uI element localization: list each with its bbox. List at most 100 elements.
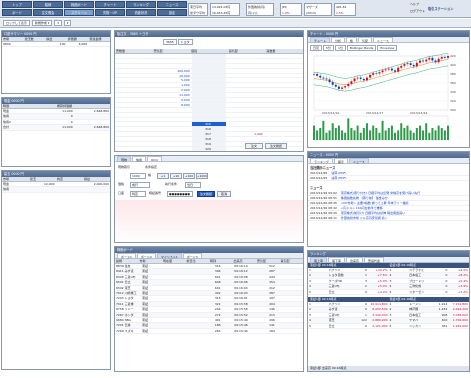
header-cell[interactable]: 売数量 — [115, 49, 153, 53]
board-order-button[interactable]: 注文 — [245, 143, 263, 149]
chart-tool-button[interactable]: Envelope — [377, 45, 398, 51]
tab-item[interactable]: ボード1 — [117, 253, 136, 259]
tab-item[interactable]: ボード2 — [136, 253, 156, 259]
header-cell[interactable]: 損益 — [45, 37, 67, 41]
help-link[interactable]: ヘルプ — [410, 2, 419, 6]
layout-dropdown-1[interactable]: ▾ — [54, 20, 62, 26]
board-confirm-button[interactable]: 注文確認 — [265, 143, 287, 149]
table-row[interactable]: 9800 100 4,000 — [2, 42, 110, 48]
header-cell[interactable]: 約定 — [56, 177, 83, 181]
tab-item[interactable]: 売買代金 — [364, 257, 385, 263]
account-select[interactable]: 特定 — [130, 191, 146, 197]
chart-tool-button[interactable]: Bollinger Bands — [346, 45, 377, 51]
header-cell[interactable]: 銘柄 — [115, 259, 139, 263]
menu-item[interactable]: 資産状況 — [126, 9, 156, 16]
cell: 2 — [364, 284, 367, 289]
chart-panel: チャート - 0000 円 チャート 分析板気配 ニュース 日足 5分 1分 Bollin… — [307, 30, 470, 148]
tab-item[interactable]: 出来高 — [346, 257, 364, 263]
menu-item[interactable]: 銘柄 — [33, 1, 63, 8]
header-cell[interactable]: 市場 — [2, 177, 29, 181]
chart-tool-button[interactable]: 日足 — [310, 45, 323, 51]
lock-layout-button[interactable]: ロックして表示 — [3, 20, 30, 26]
tab-item[interactable]: OCO — [147, 156, 162, 162]
volume-area — [313, 115, 449, 141]
quantity-input[interactable]: 1000 — [130, 173, 146, 179]
tab-item[interactable]: 現物 — [117, 156, 132, 162]
board-code-field[interactable]: 3665 — [163, 39, 177, 45]
header-cell[interactable]: 値段 — [190, 49, 228, 53]
header-cell[interactable]: 損益 — [83, 177, 110, 181]
header-cell[interactable]: 買数量 — [265, 49, 303, 53]
price-chart[interactable]: 420 400 380 360 340 320 300 2013/12/10 2013/12/1… — [308, 52, 470, 148]
news-headline[interactable]: 外国為替市場 ドル高円安基調 続く — [341, 216, 388, 220]
header-cell[interactable]: 現在値 — [162, 259, 186, 263]
header-cell[interactable]: 受渡金額 — [88, 37, 110, 41]
price-step-button[interactable]: +10 — [170, 173, 182, 179]
menu-item[interactable]: トップ — [2, 1, 32, 8]
news-headline[interactable]: 株価指数先物 【寄り前】 強含みか — [341, 196, 388, 200]
header-cell[interactable]: 評価額 — [67, 37, 89, 41]
header-cell[interactable]: 買気配 — [280, 259, 304, 263]
menu-item[interactable]: 注文照会 — [33, 9, 63, 16]
order-cancel-button[interactable]: 取消 — [217, 191, 231, 197]
tab-item[interactable]: 開示 — [333, 158, 348, 164]
news-headline[interactable]: 東京株式(寄り付き) 日経平均は反発 米株高を受け買い先行 — [341, 191, 420, 195]
tab-item[interactable]: 分析 — [330, 37, 345, 43]
tab-item[interactable]: ニュース — [348, 158, 369, 164]
news-headline[interactable]: 決算 (PDF) — [331, 171, 346, 175]
header-cell[interactable]: 買気配 — [228, 49, 266, 53]
menu-item[interactable]: チャート — [95, 1, 125, 8]
ranking-row[interactable]: 5 日立 0 2,121,900 5 ニッカン 361 1,291,000 — [308, 324, 469, 329]
layout-dropdown-2[interactable]: ▾ — [63, 20, 72, 26]
password-input[interactable]: ●●●●●●●● — [167, 191, 193, 197]
chart-tool-button[interactable]: 1分 — [334, 45, 346, 51]
header-cell[interactable]: 前日比 — [186, 259, 210, 263]
price-type-select[interactable]: 成行 — [130, 182, 150, 188]
menu-item[interactable]: ランキング — [126, 1, 156, 8]
menu-item[interactable]: ボード — [2, 9, 32, 16]
tab-item[interactable]: 板 — [346, 37, 358, 43]
header-cell[interactable]: 売気配 — [153, 49, 191, 53]
exec-cond-select[interactable]: 当日 — [185, 182, 201, 188]
price-step-button[interactable]: +100 — [183, 173, 195, 179]
header-cell[interactable]: 売気配 — [256, 259, 280, 263]
header-cell[interactable]: 出来高 — [233, 259, 257, 263]
chart-tool-button[interactable]: 5分 — [323, 45, 334, 51]
news-item[interactable]: 2013/12/25 決算 (PDF) — [308, 176, 469, 181]
new-layout-button[interactable]: 新規作成 ▾ — [31, 20, 53, 26]
tab-item[interactable]: 信用 — [132, 156, 147, 162]
news-headline[interactable]: <NY市場> 主要3指数 揃って上昇 年末ラリー継続 — [341, 201, 409, 205]
menu-item[interactable]: ニュース — [157, 1, 187, 8]
header-cell[interactable]: 市場 — [139, 259, 163, 263]
table-row[interactable]: 7269 スズキ 東証 263 09:15:44 184 — [115, 329, 303, 335]
header-cell[interactable]: 時刻 — [209, 259, 233, 263]
tab-item[interactable]: ランキング — [310, 158, 333, 164]
menu-item[interactable]: スクリーン — [64, 9, 94, 16]
news-headline[interactable]: <円ドル> 104円台前半で推移 — [341, 206, 383, 210]
tab-item[interactable]: ニュース — [373, 37, 393, 43]
news-headline[interactable]: 決算 (PDF) — [331, 176, 346, 180]
tab-item[interactable]: チャート — [310, 37, 330, 43]
tab-item[interactable]: 気配 — [358, 37, 373, 43]
candle-body — [384, 69, 387, 71]
menu-item[interactable]: 株価ボード — [64, 1, 94, 8]
cell: 400 — [441, 318, 448, 323]
news-headline[interactable]: 東京株式(前引け) 日経平均は続伸 輸出関連買い — [341, 211, 405, 215]
tab-item[interactable]: 値上率 — [310, 257, 328, 263]
price-step-button[interactable]: +1000 — [196, 173, 208, 179]
order-confirm-button[interactable]: 注文確認 — [197, 191, 215, 197]
tab-item[interactable]: ボード3 — [182, 253, 202, 259]
ranking-row[interactable]: 5 日立 0 +4.4% 5 スターゼン 0 +3.2% — [308, 290, 469, 295]
tab-item[interactable]: マイリスト1 — [156, 253, 182, 259]
header-cell[interactable]: 市場 — [2, 37, 24, 41]
menu-item[interactable]: 先物・OP — [95, 9, 125, 16]
table-row[interactable]: 信用 — [2, 187, 110, 193]
header-cell[interactable]: 建玉数 — [24, 37, 46, 41]
price-step-button[interactable]: +1 — [157, 173, 169, 179]
news-item[interactable]: 2013/12/26 08:11 外国為替市場 ドル高円安基調 続く — [308, 216, 469, 221]
table-row[interactable]: 合計 11,000 2,648,800 — [2, 125, 110, 131]
menu-item[interactable]: 設定 — [157, 9, 187, 16]
logout-link[interactable]: ログアウト — [410, 9, 425, 13]
tab-item[interactable]: 値下率 — [328, 257, 346, 263]
header-cell[interactable]: 建玉 — [29, 177, 56, 181]
